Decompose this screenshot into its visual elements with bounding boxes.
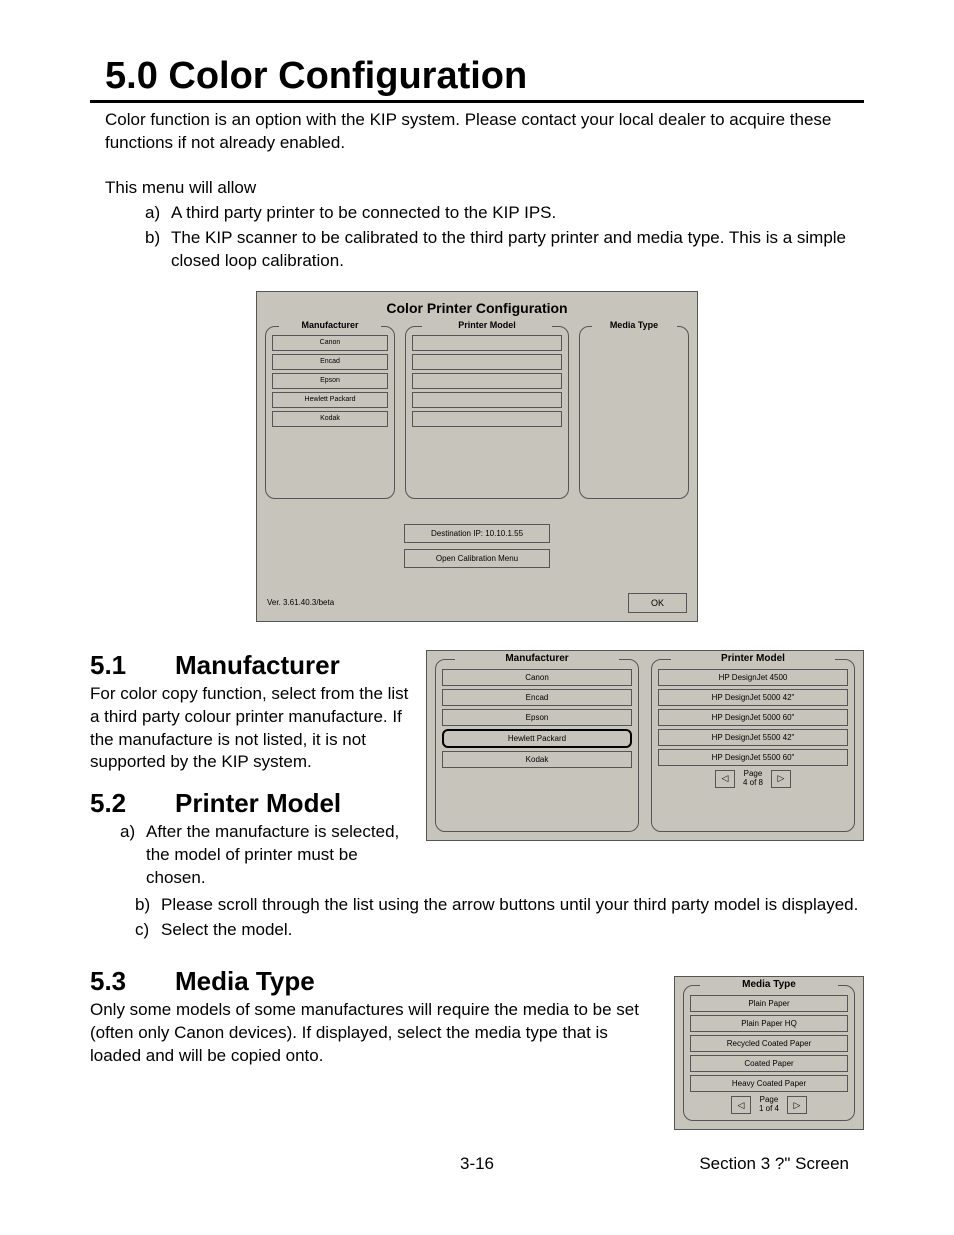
menu-list: a)A third party printer to be connected …: [145, 202, 864, 273]
page-title: 5.0 Color Configuration: [90, 55, 864, 103]
page-next-button[interactable]: ▷: [771, 770, 791, 788]
ok-button[interactable]: OK: [628, 593, 687, 613]
printer-model-option[interactable]: [412, 373, 562, 389]
triangle-right-icon: ▷: [794, 1100, 801, 1111]
media-type-panel: Media Type Plain Paper Plain Paper HQ Re…: [683, 985, 855, 1121]
list-item: a)After the manufacture is selected, the…: [120, 821, 412, 890]
media-type-option[interactable]: Plain Paper: [690, 995, 848, 1012]
section-5-1: 5.1 Manufacturer For color copy function…: [90, 650, 864, 893]
section-number: 5.1: [90, 650, 175, 681]
printer-model-option[interactable]: [412, 411, 562, 427]
section-title: Manufacturer: [175, 650, 340, 681]
col-header-printer-model: Printer Model: [422, 320, 553, 330]
media-type-option[interactable]: Recycled Coated Paper: [690, 1035, 848, 1052]
page-footer: 3-16 Section 3 ?" Screen: [105, 1154, 849, 1174]
triangle-right-icon: ▷: [778, 773, 785, 784]
printer-model-option[interactable]: HP DesignJet 5500 42": [658, 729, 848, 746]
destination-ip-button[interactable]: Destination IP: 10.10.1.55: [404, 524, 550, 543]
intro-text: Color function is an option with the KIP…: [105, 109, 864, 155]
media-type-option[interactable]: Heavy Coated Paper: [690, 1075, 848, 1092]
manufacturer-option[interactable]: Hewlett Packard: [272, 392, 388, 408]
page-number: 3-16: [353, 1154, 601, 1174]
page-prev-button[interactable]: ◁: [731, 1096, 751, 1114]
manufacturer-option[interactable]: Encad: [442, 689, 632, 706]
printer-model-option[interactable]: HP DesignJet 5000 60": [658, 709, 848, 726]
printer-model-option[interactable]: [412, 335, 562, 351]
printer-model-option[interactable]: [412, 354, 562, 370]
section-5-3: 5.3 Media Type Only some models of some …: [90, 966, 864, 1130]
manufacturer-option[interactable]: Epson: [272, 373, 388, 389]
printer-model-panel: Printer Model: [405, 326, 569, 499]
section-title: Printer Model: [175, 788, 341, 819]
section-title: Media Type: [175, 966, 315, 997]
manufacturer-option[interactable]: Encad: [272, 354, 388, 370]
manufacturer-option[interactable]: Canon: [442, 669, 632, 686]
page-prev-button[interactable]: ◁: [715, 770, 735, 788]
open-calibration-button[interactable]: Open Calibration Menu: [404, 549, 550, 568]
col-header-manufacturer: Manufacturer: [279, 320, 381, 330]
media-type-option[interactable]: Plain Paper HQ: [690, 1015, 848, 1032]
list-item: a)A third party printer to be connected …: [145, 202, 864, 225]
printer-model-steps-cont: b)Please scroll through the list using t…: [135, 894, 864, 942]
printer-model-option[interactable]: HP DesignJet 4500: [658, 669, 848, 686]
section-label: Section 3 ?" Screen: [601, 1154, 849, 1174]
page-indicator: Page4 of 8: [743, 770, 763, 788]
triangle-left-icon: ◁: [722, 773, 729, 784]
printer-model-panel: Printer Model HP DesignJet 4500 HP Desig…: [651, 659, 855, 832]
figure-color-printer-config: Color Printer Configuration Manufacturer…: [256, 291, 698, 622]
version-label: Ver. 3.61.40.3/beta: [267, 598, 334, 607]
figure-media-type: Media Type Plain Paper Plain Paper HQ Re…: [674, 976, 864, 1130]
manufacturer-option[interactable]: Epson: [442, 709, 632, 726]
manufacturer-option[interactable]: Canon: [272, 335, 388, 351]
manufacturer-panel: Manufacturer Canon Encad Epson Hewlett P…: [435, 659, 639, 832]
section-body: Only some models of some manufactures wi…: [90, 999, 660, 1068]
col-header-manufacturer: Manufacturer: [455, 653, 620, 664]
manufacturer-option[interactable]: Kodak: [442, 751, 632, 768]
page-indicator: Page1 of 4: [759, 1096, 779, 1114]
col-header-media-type: Media Type: [700, 979, 838, 990]
manufacturer-option-selected[interactable]: Hewlett Packard: [442, 729, 632, 748]
list-item: b)The KIP scanner to be calibrated to th…: [145, 227, 864, 273]
media-type-panel: Media Type: [579, 326, 689, 499]
page-next-button[interactable]: ▷: [787, 1096, 807, 1114]
printer-model-option[interactable]: [412, 392, 562, 408]
section-number: 5.3: [90, 966, 175, 997]
printer-model-option[interactable]: HP DesignJet 5500 60": [658, 749, 848, 766]
manufacturer-panel: Manufacturer Canon Encad Epson Hewlett P…: [265, 326, 395, 499]
figure-manufacturer-model: Manufacturer Canon Encad Epson Hewlett P…: [426, 650, 864, 841]
menu-intro: This menu will allow: [105, 177, 864, 200]
media-type-option[interactable]: Coated Paper: [690, 1055, 848, 1072]
section-number: 5.2: [90, 788, 175, 819]
col-header-printer-model: Printer Model: [671, 653, 836, 664]
manufacturer-option[interactable]: Kodak: [272, 411, 388, 427]
printer-model-option[interactable]: HP DesignJet 5000 42": [658, 689, 848, 706]
section-body: For color copy function, select from the…: [90, 683, 412, 775]
printer-model-steps: a)After the manufacture is selected, the…: [120, 821, 412, 890]
col-header-media-type: Media Type: [592, 320, 677, 330]
list-item: c)Select the model.: [135, 919, 864, 942]
triangle-left-icon: ◁: [738, 1100, 745, 1111]
list-item: b)Please scroll through the list using t…: [135, 894, 864, 917]
